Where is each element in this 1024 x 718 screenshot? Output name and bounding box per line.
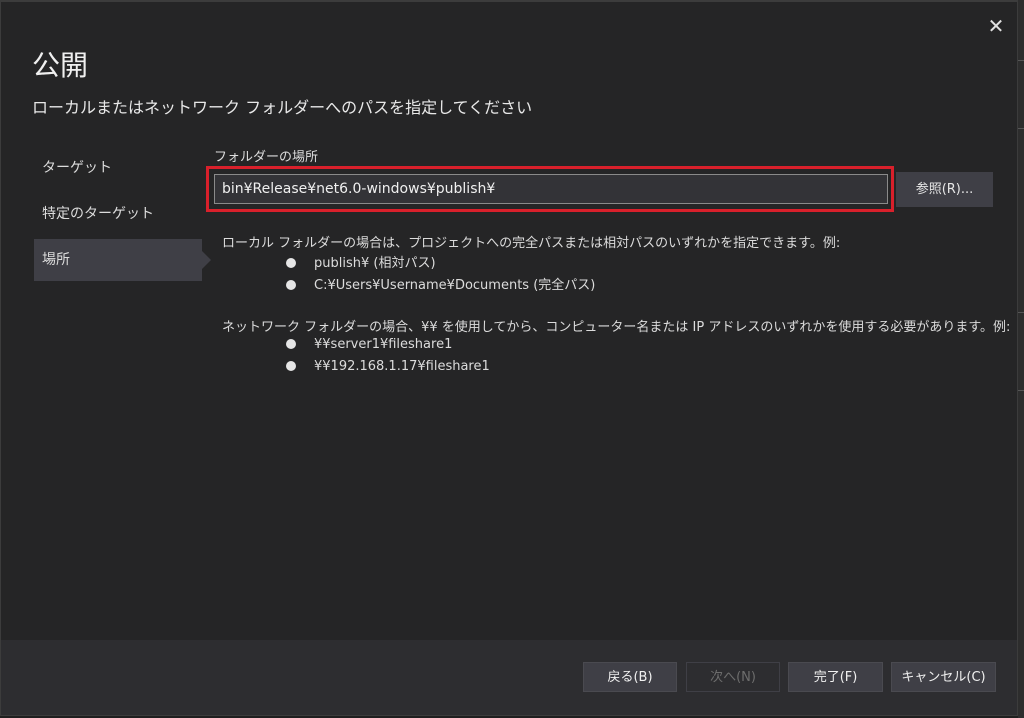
top-border xyxy=(0,0,1018,2)
edge-divider xyxy=(1018,128,1024,129)
close-icon[interactable]: ✕ xyxy=(984,14,1008,38)
nav-item-location[interactable]: 場所 xyxy=(34,239,202,281)
example-text: C:¥Users¥Username¥Documents (完全パス) xyxy=(314,278,596,293)
edge-divider xyxy=(1018,60,1024,61)
nav-selected-arrow xyxy=(202,251,211,269)
bullet-icon xyxy=(286,338,296,349)
cancel-button[interactable]: キャンセル(C) xyxy=(891,662,996,692)
browse-button[interactable]: 参照(R)... xyxy=(896,172,993,207)
finish-button[interactable]: 完了(F) xyxy=(788,662,883,692)
edge-divider xyxy=(1018,312,1024,313)
example-text: ¥¥server1¥fileshare1 xyxy=(314,337,453,352)
bullet-icon xyxy=(286,279,296,290)
local-example-absolute: C:¥Users¥Username¥Documents (完全パス) xyxy=(286,274,595,293)
edge-divider xyxy=(1018,390,1024,391)
folder-location-label: フォルダーの場所 xyxy=(214,150,319,165)
local-folder-description: ローカル フォルダーの場合は、プロジェクトへの完全パスまたは相対パスのいずれかを… xyxy=(222,236,841,251)
example-text: ¥¥192.168.1.17¥fileshare1 xyxy=(314,359,490,374)
dialog-title: 公開 xyxy=(32,49,89,82)
local-example-relative: publish¥ (相対パス) xyxy=(286,252,436,271)
window-edge xyxy=(1018,0,1024,718)
dialog-subtitle: ローカルまたはネットワーク フォルダーへのパスを指定してください xyxy=(32,98,533,117)
next-button[interactable]: 次へ(N) xyxy=(686,662,780,692)
network-example-name: ¥¥server1¥fileshare1 xyxy=(286,337,452,352)
bullet-icon xyxy=(286,257,296,268)
network-example-ip: ¥¥192.168.1.17¥fileshare1 xyxy=(286,359,490,374)
nav-item-target[interactable]: ターゲット xyxy=(34,147,202,189)
folder-path-input[interactable] xyxy=(214,174,888,204)
network-folder-description: ネットワーク フォルダーの場合、¥¥ を使用してから、コンピューター名または I… xyxy=(222,320,1011,335)
bullet-icon xyxy=(286,360,296,371)
nav-item-specific-target[interactable]: 特定のターゲット xyxy=(34,193,202,235)
back-button[interactable]: 戻る(B) xyxy=(583,662,677,692)
example-text: publish¥ (相対パス) xyxy=(314,256,436,271)
